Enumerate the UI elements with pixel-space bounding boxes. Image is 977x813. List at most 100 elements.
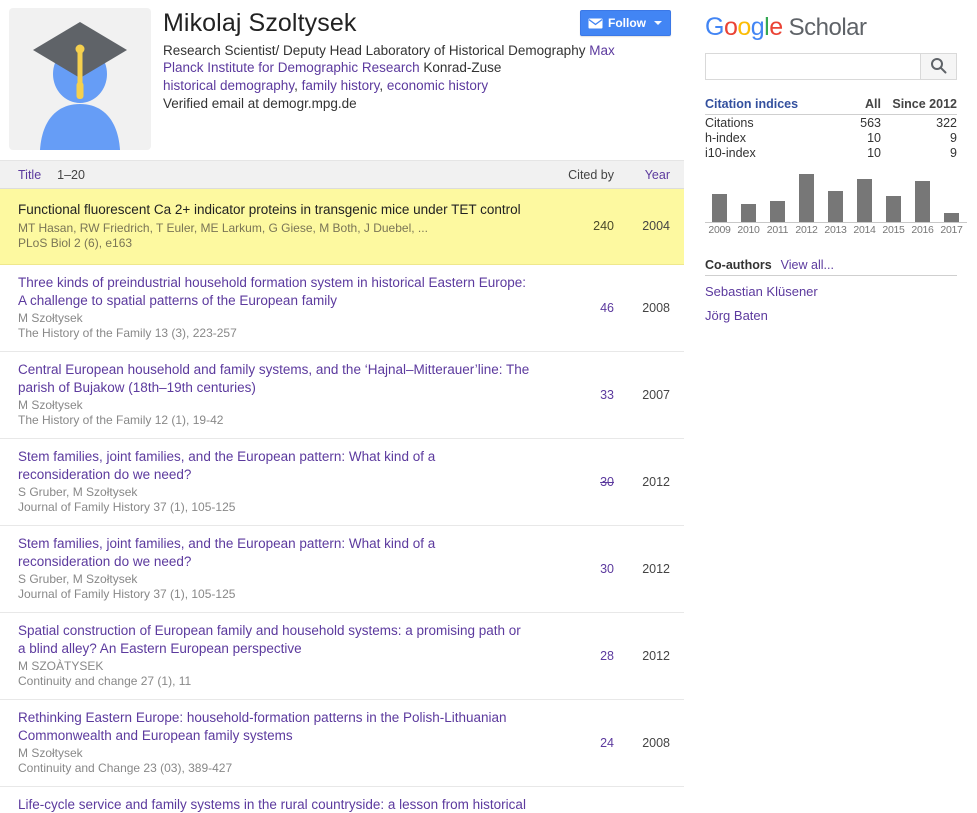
scholar-profile-page: Mikolaj Szoltysek Research Scientist/ De… xyxy=(0,0,977,813)
article-main: Rethinking Eastern Europe: household-for… xyxy=(18,709,542,776)
article-cited-by-count[interactable]: 30 xyxy=(542,475,614,489)
profile-affiliation: Research Scientist/ Deputy Head Laborato… xyxy=(163,42,645,76)
article-year: 2008 xyxy=(642,735,670,750)
chart-bar[interactable] xyxy=(886,196,901,222)
avatar[interactable] xyxy=(9,8,151,150)
chart-bar[interactable] xyxy=(944,213,959,222)
table-row[interactable]: Rethinking Eastern Europe: household-for… xyxy=(0,700,684,787)
sort-by-year-link[interactable]: Year xyxy=(614,168,670,182)
follow-button[interactable]: Follow xyxy=(580,10,671,36)
table-row[interactable]: Life-cycle service and family systems in… xyxy=(0,787,684,813)
table-row[interactable]: Functional fluorescent Ca 2+ indicator p… xyxy=(0,189,684,265)
logo-letter-g2: g xyxy=(750,13,765,41)
results-range-label: 1–20 xyxy=(57,167,85,182)
search-bar xyxy=(705,53,957,80)
citation-indices-header-row: Citation indices All Since 2012 xyxy=(705,97,957,115)
article-cited-by-count[interactable]: 46 xyxy=(542,301,614,315)
chart-bar[interactable] xyxy=(741,204,756,222)
article-venue: Continuity and Change 23 (03), 389-427 xyxy=(18,761,233,775)
chart-bar-slot[interactable] xyxy=(850,174,879,222)
table-row[interactable]: Three kinds of preindustrial household f… xyxy=(0,265,684,352)
article-cited-by-count[interactable]: 28 xyxy=(542,649,614,663)
article-main: Functional fluorescent Ca 2+ indicator p… xyxy=(18,201,542,251)
logo-word-scholar: Scholar xyxy=(788,14,867,41)
chart-bar-slot[interactable] xyxy=(734,174,763,222)
logo-letter-g1: G xyxy=(705,13,724,41)
table-row[interactable]: Central European household and family sy… xyxy=(0,352,684,439)
chart-bar[interactable] xyxy=(799,174,814,222)
chart-bar[interactable] xyxy=(857,179,872,222)
chart-x-label: 2011 xyxy=(766,224,789,236)
interest-link-1[interactable]: family history xyxy=(302,78,380,93)
chart-bar-slot[interactable] xyxy=(937,174,966,222)
chart-bar[interactable] xyxy=(915,181,930,222)
article-cited-by-count[interactable]: 30 xyxy=(542,562,614,576)
interest-sep-0: , xyxy=(294,78,302,93)
chart-bar[interactable] xyxy=(828,191,843,222)
coauthor-link[interactable]: Sebastian Klüsener xyxy=(705,276,957,300)
article-venue: PLoS Biol 2 (6), e163 xyxy=(18,235,133,250)
table-row[interactable]: Stem families, joint families, and the E… xyxy=(0,439,684,526)
article-title-link[interactable]: Life-cycle service and family systems in… xyxy=(18,796,530,813)
article-main: Spatial construction of European family … xyxy=(18,622,542,689)
citation-index-row: Citations 563 322 xyxy=(705,115,957,130)
chart-bar-slot[interactable] xyxy=(763,174,792,222)
article-year: 2007 xyxy=(642,387,670,402)
chart-axis-line xyxy=(705,222,967,223)
article-venue: Journal of Family History 37 (1), 105-12… xyxy=(18,500,236,514)
logo-letter-o1: o xyxy=(723,13,738,41)
chart-bar-slot[interactable] xyxy=(821,174,850,222)
interest-sep-1: , xyxy=(379,78,387,93)
chart-bar[interactable] xyxy=(770,201,785,222)
coauthors-view-all-link[interactable]: View all... xyxy=(781,258,834,272)
article-year: 2012 xyxy=(642,474,670,489)
envelope-icon xyxy=(588,18,603,29)
table-row[interactable]: Spatial construction of European family … xyxy=(0,613,684,700)
article-year: 2012 xyxy=(642,648,670,663)
coauthors-section: Co-authors View all... Sebastian Klüsene… xyxy=(705,258,957,324)
articles-rows: Functional fluorescent Ca 2+ indicator p… xyxy=(0,189,684,813)
article-cited-by-count[interactable]: 240 xyxy=(542,219,614,233)
search-button[interactable] xyxy=(920,53,957,80)
article-title-link[interactable]: Stem families, joint families, and the E… xyxy=(18,535,530,570)
chevron-down-icon xyxy=(654,21,662,25)
article-cited-by-count[interactable]: 33 xyxy=(542,388,614,402)
coauthor-link[interactable]: Jörg Baten xyxy=(705,300,957,324)
column-header-since: Since 2012 xyxy=(881,97,957,115)
article-title-link[interactable]: Three kinds of preindustrial household f… xyxy=(18,274,530,309)
citation-index-metric: h-index xyxy=(705,131,746,145)
sidebar: Google Scholar Citation indices All Since… xyxy=(700,0,968,324)
coauthors-list: Sebastian Klüsener Jörg Baten xyxy=(705,276,957,324)
column-header-all: All xyxy=(815,97,881,115)
chart-x-label: 2009 xyxy=(708,224,731,236)
article-main: Stem families, joint families, and the E… xyxy=(18,448,542,515)
article-authors: S Gruber, M Szołtysek xyxy=(18,485,138,499)
article-authors: S Gruber, M Szołtysek xyxy=(18,572,138,586)
article-title-link[interactable]: Functional fluorescent Ca 2+ indicator p… xyxy=(18,201,530,219)
search-icon xyxy=(930,57,947,77)
article-cited-by-count[interactable]: 24 xyxy=(542,736,614,750)
profile-header: Mikolaj Szoltysek Research Scientist/ De… xyxy=(0,0,684,160)
article-authors: M Szołtysek xyxy=(18,311,83,325)
chart-bar-slot[interactable] xyxy=(792,174,821,222)
profile-interests: historical demography, family history, e… xyxy=(163,77,645,94)
search-input[interactable] xyxy=(705,53,920,80)
chart-bar-slot[interactable] xyxy=(705,174,734,222)
citation-indices-heading: Citation indices xyxy=(705,97,815,115)
chart-bar-slot[interactable] xyxy=(879,174,908,222)
article-authors: M Szołtysek xyxy=(18,398,83,412)
interest-link-2[interactable]: economic history xyxy=(387,78,488,93)
article-venue: The History of the Family 12 (1), 19-42 xyxy=(18,413,224,427)
article-title-link[interactable]: Stem families, joint families, and the E… xyxy=(18,448,530,483)
article-title-link[interactable]: Central European household and family sy… xyxy=(18,361,530,396)
article-title-link[interactable]: Rethinking Eastern Europe: household-for… xyxy=(18,709,530,744)
interest-link-0[interactable]: historical demography xyxy=(163,78,294,93)
sort-by-title-link[interactable]: Title xyxy=(18,168,41,182)
citation-index-since-value: 9 xyxy=(950,131,957,145)
table-row[interactable]: Stem families, joint families, and the E… xyxy=(0,526,684,613)
citation-index-row: i10-index 10 9 xyxy=(705,145,957,160)
article-title-link[interactable]: Spatial construction of European family … xyxy=(18,622,530,657)
affiliation-text-after: Konrad-Zuse xyxy=(419,60,502,75)
chart-bar-slot[interactable] xyxy=(908,174,937,222)
chart-bar[interactable] xyxy=(712,194,727,222)
